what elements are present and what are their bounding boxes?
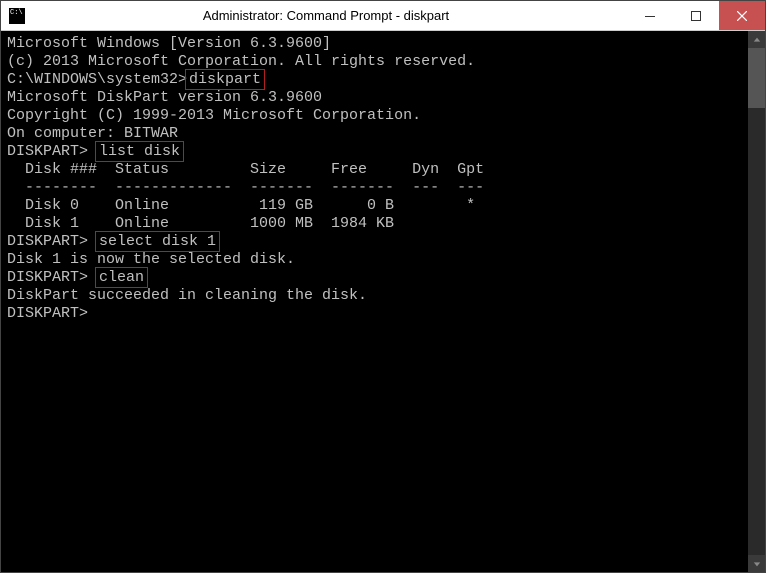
prompt-text: DISKPART> <box>7 143 97 160</box>
output-line: (c) 2013 Microsoft Corporation. All righ… <box>7 53 742 71</box>
output-line: Microsoft Windows [Version 6.3.9600] <box>7 35 742 53</box>
command-line: DISKPART> select disk 1 <box>7 233 742 251</box>
table-divider: -------- ------------- ------- ------- -… <box>7 179 742 197</box>
minimize-button[interactable] <box>627 1 673 30</box>
scroll-track[interactable] <box>748 48 765 555</box>
prompt-text: DISKPART> <box>7 233 97 250</box>
output-line: On computer: BITWAR <box>7 125 742 143</box>
window-title: Administrator: Command Prompt - diskpart <box>25 8 627 23</box>
command-clean: clean <box>97 269 146 286</box>
output-line: Disk 1 is now the selected disk. <box>7 251 742 269</box>
titlebar[interactable]: Administrator: Command Prompt - diskpart <box>1 1 765 31</box>
cmd-icon <box>9 8 25 24</box>
scroll-down-button[interactable] <box>748 555 765 572</box>
output-line: Copyright (C) 1999-2013 Microsoft Corpor… <box>7 107 742 125</box>
command-diskpart: diskpart <box>187 71 263 88</box>
scroll-up-button[interactable] <box>748 31 765 48</box>
command-list-disk: list disk <box>97 143 182 160</box>
prompt-line: DISKPART> <box>7 305 742 323</box>
command-prompt-window: Administrator: Command Prompt - diskpart… <box>0 0 766 573</box>
output-line: Microsoft DiskPart version 6.3.9600 <box>7 89 742 107</box>
command-select-disk: select disk 1 <box>97 233 218 250</box>
chevron-down-icon <box>753 560 761 568</box>
chevron-up-icon <box>753 36 761 44</box>
maximize-button[interactable] <box>673 1 719 30</box>
command-line: DISKPART> list disk <box>7 143 742 161</box>
close-button[interactable] <box>719 1 765 30</box>
vertical-scrollbar[interactable] <box>748 31 765 572</box>
command-line: DISKPART> clean <box>7 269 742 287</box>
console-area: Microsoft Windows [Version 6.3.9600](c) … <box>1 31 765 572</box>
scroll-thumb[interactable] <box>748 48 765 108</box>
table-row: Disk 1 Online 1000 MB 1984 KB <box>7 215 742 233</box>
table-row: Disk 0 Online 119 GB 0 B * <box>7 197 742 215</box>
prompt-text: C:\WINDOWS\system32> <box>7 71 187 88</box>
output-line: DiskPart succeeded in cleaning the disk. <box>7 287 742 305</box>
window-controls <box>627 1 765 30</box>
table-header: Disk ### Status Size Free Dyn Gpt <box>7 161 742 179</box>
prompt-text: DISKPART> <box>7 269 97 286</box>
command-line: C:\WINDOWS\system32>diskpart <box>7 71 742 89</box>
console-output[interactable]: Microsoft Windows [Version 6.3.9600](c) … <box>1 31 748 572</box>
